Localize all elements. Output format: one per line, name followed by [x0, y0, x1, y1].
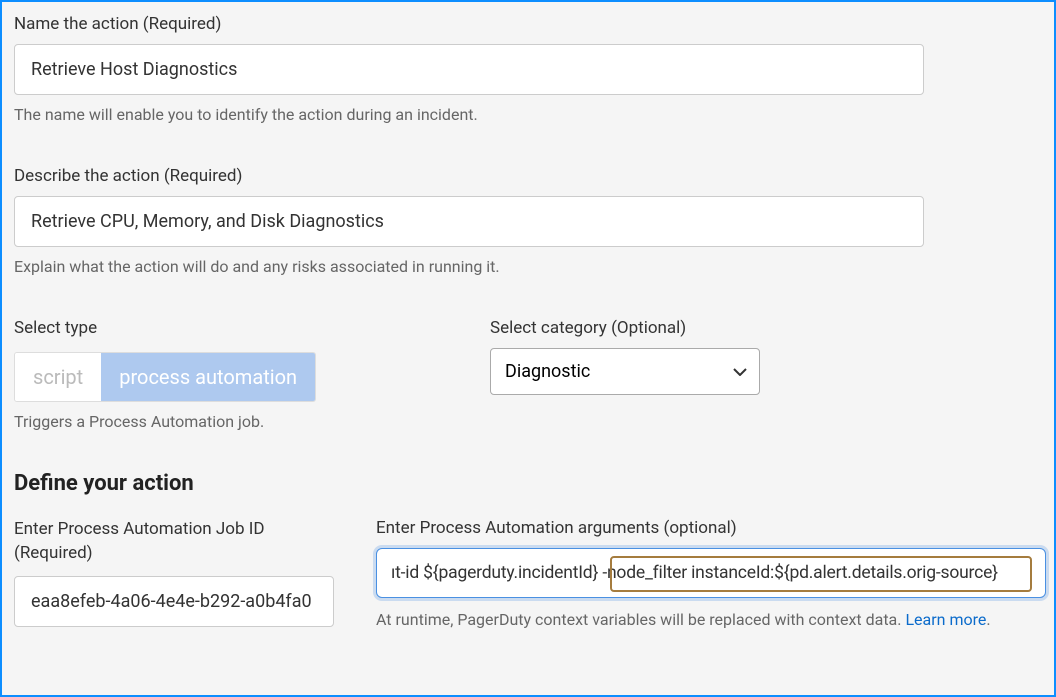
type-process-automation-button[interactable]: process automation	[101, 353, 315, 401]
category-select[interactable]: Diagnostic	[490, 348, 760, 395]
describe-input[interactable]	[14, 196, 924, 247]
type-category-row: Select type script process automation Tr…	[14, 318, 1042, 431]
args-input[interactable]	[376, 548, 1046, 598]
category-label: Select category (Optional)	[490, 318, 1042, 338]
describe-section: Describe the action (Required) Explain w…	[14, 166, 1042, 276]
describe-label: Describe the action (Required)	[14, 166, 1042, 186]
name-input[interactable]	[14, 44, 924, 95]
job-id-input[interactable]	[14, 576, 334, 627]
category-section: Select category (Optional) Diagnostic	[490, 318, 1042, 431]
job-id-section: Enter Process Automation Job ID (Require…	[14, 518, 334, 629]
name-helper: The name will enable you to identify the…	[14, 105, 1042, 124]
name-section: Name the action (Required) The name will…	[14, 14, 1042, 124]
define-action-section: Define your action Enter Process Automat…	[14, 471, 1042, 629]
args-helper-text: At runtime, PagerDuty context variables …	[376, 610, 905, 629]
name-label: Name the action (Required)	[14, 14, 1042, 34]
type-label: Select type	[14, 318, 490, 338]
describe-helper: Explain what the action will do and any …	[14, 257, 1042, 276]
args-helper: At runtime, PagerDuty context variables …	[376, 610, 1046, 629]
type-helper: Triggers a Process Automation job.	[14, 412, 490, 431]
job-id-label: Enter Process Automation Job ID (Require…	[14, 518, 334, 566]
learn-more-link[interactable]: Learn more	[905, 610, 986, 629]
type-section: Select type script process automation Tr…	[14, 318, 490, 431]
type-script-button[interactable]: script	[15, 353, 101, 401]
args-helper-period: .	[986, 610, 990, 629]
type-toggle-group: script process automation	[14, 352, 316, 402]
define-heading: Define your action	[14, 471, 1042, 496]
args-section: Enter Process Automation arguments (opti…	[376, 518, 1046, 629]
args-label: Enter Process Automation arguments (opti…	[376, 518, 1046, 538]
